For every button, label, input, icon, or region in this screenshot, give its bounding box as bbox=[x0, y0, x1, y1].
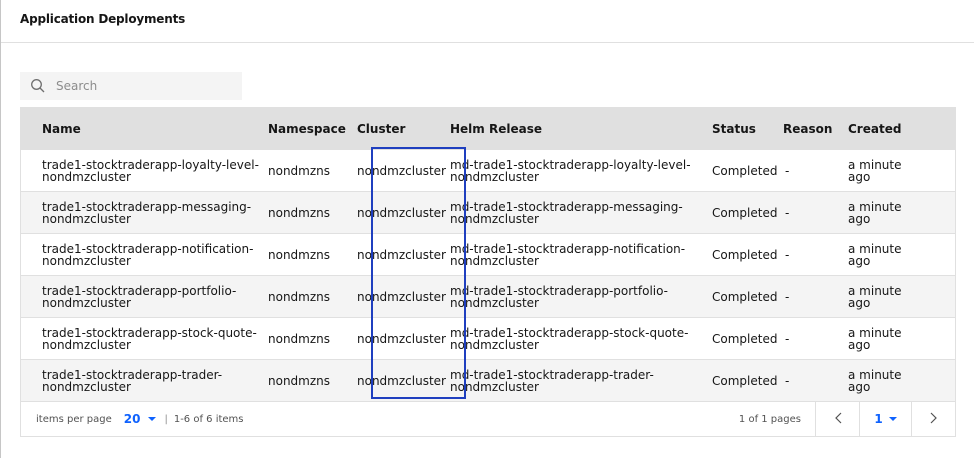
search-icon bbox=[30, 78, 46, 94]
cell-status: Completed bbox=[712, 163, 778, 178]
cell-created: a minute ago bbox=[848, 283, 902, 310]
cell-status: Completed bbox=[712, 373, 778, 388]
cell-namespace: nondmzns bbox=[268, 247, 331, 262]
cell-namespace: nondmzns bbox=[268, 373, 331, 388]
cell-cluster: nondmzcluster bbox=[357, 289, 446, 304]
cell-reason: - bbox=[785, 373, 790, 388]
cell-name: trade1-stocktraderapp-notification-nondm… bbox=[42, 241, 254, 268]
cell-created: a minute ago bbox=[848, 157, 902, 184]
cell-reason: - bbox=[785, 205, 790, 220]
table-row[interactable]: trade1-stocktraderapp-loyalty-level-nond… bbox=[21, 150, 955, 192]
cell-helm-release: md-trade1-stocktraderapp-trader-nondmzcl… bbox=[450, 367, 654, 394]
cell-name: trade1-stocktraderapp-stock-quote-nondmz… bbox=[42, 325, 257, 352]
cell-cluster: nondmzcluster bbox=[357, 163, 446, 178]
items-per-page-select[interactable]: 20 bbox=[124, 412, 157, 426]
previous-page-button[interactable] bbox=[815, 402, 859, 436]
cell-created: a minute ago bbox=[848, 241, 902, 268]
item-range-label: 1-6 of 6 items bbox=[173, 413, 244, 425]
cell-namespace: nondmzns bbox=[268, 163, 331, 178]
pagination-bar: items per page 20 | 1-6 of 6 items 1 of … bbox=[20, 401, 956, 437]
table-row[interactable]: trade1-stocktraderapp-messaging-nondmzcl… bbox=[21, 192, 955, 234]
chevron-down-icon bbox=[888, 416, 897, 422]
cell-created: a minute ago bbox=[848, 325, 902, 352]
cell-cluster: nondmzcluster bbox=[357, 247, 446, 262]
cell-name: trade1-stocktraderapp-portfolio-nondmzcl… bbox=[42, 283, 237, 310]
cell-cluster: nondmzcluster bbox=[357, 205, 446, 220]
search-input[interactable] bbox=[56, 79, 226, 93]
cell-namespace: nondmzns bbox=[268, 205, 331, 220]
column-header-status[interactable]: Status bbox=[712, 122, 783, 136]
cell-name: trade1-stocktraderapp-trader-nondmzclust… bbox=[42, 367, 223, 394]
column-header-namespace[interactable]: Namespace bbox=[268, 122, 357, 136]
cell-name: trade1-stocktraderapp-loyalty-level-nond… bbox=[42, 157, 259, 184]
page-count-label: 1 of 1 pages bbox=[738, 413, 801, 425]
items-per-page-value: 20 bbox=[123, 412, 141, 426]
current-page-value: 1 bbox=[874, 412, 883, 426]
table-row[interactable]: trade1-stocktraderapp-portfolio-nondmzcl… bbox=[21, 276, 955, 318]
pagination-separator: | bbox=[164, 413, 168, 425]
cell-namespace: nondmzns bbox=[268, 289, 331, 304]
cell-helm-release: md-trade1-stocktraderapp-stock-quote-non… bbox=[450, 325, 689, 352]
cell-helm-release: md-trade1-stocktraderapp-portfolio-nondm… bbox=[450, 283, 669, 310]
cell-helm-release: md-trade1-stocktraderapp-notification-no… bbox=[450, 241, 686, 268]
cell-created: a minute ago bbox=[848, 199, 902, 226]
table-row[interactable]: trade1-stocktraderapp-notification-nondm… bbox=[21, 234, 955, 276]
cell-status: Completed bbox=[712, 205, 778, 220]
cell-namespace: nondmzns bbox=[268, 331, 331, 346]
cell-status: Completed bbox=[712, 247, 778, 262]
column-header-cluster[interactable]: Cluster bbox=[357, 122, 450, 136]
column-header-reason[interactable]: Reason bbox=[783, 122, 848, 136]
column-header-helm-release[interactable]: Helm Release bbox=[450, 123, 712, 135]
cell-reason: - bbox=[785, 331, 790, 346]
app-frame: Application Deployments Name Namespace C… bbox=[0, 0, 974, 458]
cell-status: Completed bbox=[712, 289, 778, 304]
cell-name: trade1-stocktraderapp-messaging-nondmzcl… bbox=[42, 199, 252, 226]
table-header: Name Namespace Cluster Helm Release Stat… bbox=[21, 108, 955, 150]
cell-helm-release: md-trade1-stocktraderapp-loyalty-level-n… bbox=[450, 157, 691, 184]
chevron-down-icon bbox=[148, 416, 157, 422]
column-header-created[interactable]: Created bbox=[848, 123, 918, 135]
cell-cluster: nondmzcluster bbox=[357, 331, 446, 346]
cell-helm-release: md-trade1-stocktraderapp-messaging-nondm… bbox=[450, 199, 683, 226]
cell-reason: - bbox=[785, 247, 790, 262]
search-box[interactable] bbox=[20, 72, 242, 100]
next-page-button[interactable] bbox=[911, 402, 955, 436]
column-header-name[interactable]: Name bbox=[21, 123, 268, 135]
chevron-right-icon bbox=[930, 412, 938, 427]
cell-cluster: nondmzcluster bbox=[357, 373, 446, 388]
deployments-table: Name Namespace Cluster Helm Release Stat… bbox=[20, 107, 956, 402]
cell-created: a minute ago bbox=[848, 367, 902, 394]
table-row[interactable]: trade1-stocktraderapp-stock-quote-nondmz… bbox=[21, 318, 955, 360]
title-divider bbox=[1, 42, 974, 43]
items-per-page-label: items per page bbox=[36, 413, 112, 425]
cell-status: Completed bbox=[712, 331, 778, 346]
cell-reason: - bbox=[785, 289, 790, 304]
page-title: Application Deployments bbox=[20, 12, 186, 26]
cell-reason: - bbox=[785, 163, 790, 178]
chevron-left-icon bbox=[834, 412, 842, 427]
table-row[interactable]: trade1-stocktraderapp-trader-nondmzclust… bbox=[21, 360, 955, 402]
page-number-select[interactable]: 1 bbox=[859, 402, 911, 436]
